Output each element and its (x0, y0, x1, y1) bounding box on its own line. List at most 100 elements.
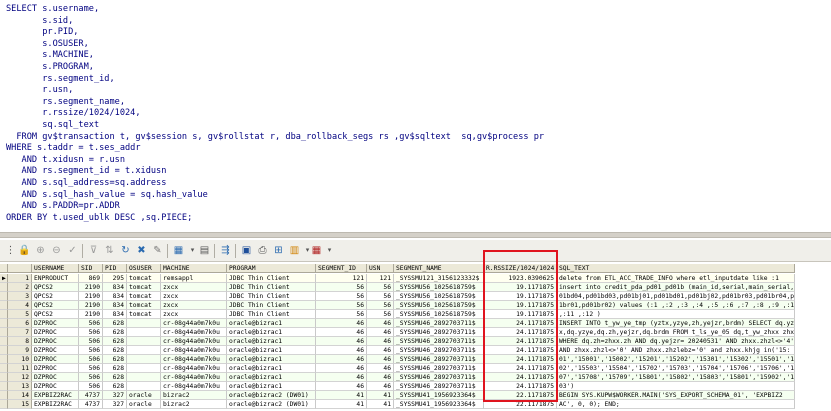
table-cell[interactable]: oracle@bizrac1 (227, 364, 316, 373)
row-number[interactable]: 8 (8, 337, 32, 346)
table-cell[interactable]: tomcat (127, 292, 161, 301)
table-cell[interactable]: tomcat (127, 283, 161, 292)
table-cell[interactable]: oracle@bizrac1 (227, 373, 316, 382)
table-cell[interactable]: AND zhxx.zhzl<>'0' AND zhxx.zhzlebz='0' … (557, 346, 795, 355)
table-cell[interactable]: 506 (79, 346, 103, 355)
table-cell[interactable]: 41 (367, 391, 394, 400)
table-cell[interactable]: bizrac2 (161, 391, 227, 400)
table-row[interactable]: 2 QPCS2 2190 834 tomcat zxcx JDBC Thin Client 5… (0, 283, 831, 292)
row-number[interactable]: 6 (8, 319, 32, 328)
table-cell[interactable]: 1923.0390625 (484, 274, 557, 283)
add-row-icon[interactable]: ⊕ (33, 243, 48, 258)
table-cell[interactable]: QPCS2 (32, 283, 79, 292)
row-number[interactable]: 15 (8, 400, 32, 409)
table-cell[interactable]: _SYSSMU46_2892703711$ (394, 346, 484, 355)
table-cell[interactable]: 628 (103, 328, 127, 337)
table-cell[interactable]: _SYSSMU56_1025618759$ (394, 301, 484, 310)
table-cell[interactable]: x,dq.yzye,dq.zh,yejzr,dq.brdm FROM t_ls_… (557, 328, 795, 337)
table-cell[interactable]: 01','15001','15002','15201','15202','153… (557, 355, 795, 364)
table-cell[interactable]: 46 (367, 346, 394, 355)
table-cell[interactable]: _SYSSMU41_1956923364$ (394, 391, 484, 400)
refresh-icon[interactable]: ↻ (118, 243, 133, 258)
table-cell[interactable]: _SYSSMU46_2892703711$ (394, 337, 484, 346)
column-header[interactable]: MACHINE (161, 264, 227, 273)
row-number[interactable]: 1 (8, 274, 32, 283)
table-cell[interactable]: 2190 (79, 292, 103, 301)
row-indicator[interactable] (0, 283, 8, 292)
column-header[interactable]: USERNAME (32, 264, 79, 273)
table-cell[interactable]: 46 (316, 373, 367, 382)
table-cell[interactable]: 121 (316, 274, 367, 283)
row-indicator[interactable] (0, 355, 8, 364)
row-number[interactable]: 12 (8, 373, 32, 382)
table-row[interactable]: 4 QPCS2 2190 834 tomcat zxcx JDBC Thin Client 5… (0, 301, 831, 310)
table-cell[interactable]: DZPROC (32, 328, 79, 337)
table-cell[interactable]: 01bd04,pd01bd03,pd01bj01,pd01bd01,pd01bj… (557, 292, 795, 301)
table-cell[interactable]: _SYSSMU46_2892703711$ (394, 355, 484, 364)
dropdown-icon[interactable]: ▾ (322, 243, 337, 258)
table-cell[interactable]: oracle (127, 391, 161, 400)
save-icon[interactable]: ▣ (239, 243, 254, 258)
table-row[interactable]: 11 DZPROC 506 628 cr-08g44a0m7k0u oracle@bizr… (0, 364, 831, 373)
row-number[interactable]: 14 (8, 391, 32, 400)
table-cell[interactable]: zxcx (161, 292, 227, 301)
table-cell[interactable]: delete from ETL_ACC_TRADE_INFO where etl… (557, 274, 795, 283)
row-number[interactable]: 9 (8, 346, 32, 355)
table-cell[interactable]: JDBC Thin Client (227, 301, 316, 310)
table-cell[interactable]: 628 (103, 364, 127, 373)
table-cell[interactable]: 56 (367, 283, 394, 292)
table-cell[interactable]: 22.1171875 (484, 391, 557, 400)
table-cell[interactable]: cr-08g44a0m7k0u (161, 355, 227, 364)
table-cell[interactable]: 506 (79, 382, 103, 391)
table-cell[interactable]: _SYSSMU56_1025618759$ (394, 292, 484, 301)
table-cell[interactable]: oracle@bizrac1 (227, 346, 316, 355)
row-number[interactable]: 11 (8, 364, 32, 373)
table-cell[interactable]: 56 (367, 301, 394, 310)
table-cell[interactable]: _SYSSMU56_1025618759$ (394, 310, 484, 319)
row-indicator[interactable] (0, 319, 8, 328)
table-cell[interactable]: 19.1171875 (484, 310, 557, 319)
table-cell[interactable]: JDBC Thin Client (227, 274, 316, 283)
filter-icon[interactable]: ⊽ (86, 243, 101, 258)
table-cell[interactable]: 2190 (79, 310, 103, 319)
table-cell[interactable]: _SYSSMU46_2892703711$ (394, 373, 484, 382)
table-cell[interactable]: _SYSSMU46_2892703711$ (394, 382, 484, 391)
table-cell[interactable]: 506 (79, 364, 103, 373)
table-cell[interactable]: 56 (367, 292, 394, 301)
table-cell[interactable]: 24.1171875 (484, 355, 557, 364)
table-cell[interactable]: DZPROC (32, 382, 79, 391)
table-cell[interactable] (127, 355, 161, 364)
table-cell[interactable]: 22.1171875 (484, 400, 557, 409)
row-number[interactable]: 13 (8, 382, 32, 391)
row-indicator[interactable] (0, 292, 8, 301)
table-cell[interactable]: 1br01,pd01br02) values (:1 ,:2 ,:3 ,:4 ,… (557, 301, 795, 310)
table-row[interactable]: 5 QPCS2 2190 834 tomcat zxcx JDBC Thin Client 5… (0, 310, 831, 319)
table-cell[interactable]: 628 (103, 373, 127, 382)
table-row[interactable]: 13 DZPROC 506 628 cr-08g44a0m7k0u oracle@bizr… (0, 382, 831, 391)
table-cell[interactable]: 19.1171875 (484, 292, 557, 301)
table-cell[interactable] (127, 319, 161, 328)
table-cell[interactable]: 869 (79, 274, 103, 283)
table-cell[interactable]: 2190 (79, 283, 103, 292)
export-icon[interactable]: ⊞ (271, 243, 286, 258)
table-cell[interactable]: 41 (316, 400, 367, 409)
table-row[interactable]: 12 DZPROC 506 628 cr-08g44a0m7k0u oracle@bizr… (0, 373, 831, 382)
table-cell[interactable]: 628 (103, 346, 127, 355)
table-cell[interactable]: QPCS2 (32, 301, 79, 310)
table-cell[interactable]: tomcat (127, 274, 161, 283)
table-cell[interactable]: 56 (316, 283, 367, 292)
table-cell[interactable]: _SYSSMU46_2892703711$ (394, 328, 484, 337)
column-header[interactable]: OSUSER (127, 264, 161, 273)
table-cell[interactable]: 19.1171875 (484, 283, 557, 292)
column-header[interactable]: SQL_TEXT (557, 264, 795, 273)
table-cell[interactable]: oracle@bizrac1 (227, 328, 316, 337)
table-cell[interactable]: JDBC Thin Client (227, 310, 316, 319)
lock-icon[interactable]: 🔒 (17, 243, 32, 258)
table-cell[interactable] (127, 364, 161, 373)
post-icon[interactable]: ✓ (65, 243, 80, 258)
table-cell[interactable]: 506 (79, 373, 103, 382)
sql-editor[interactable]: SELECT s.username, s.sid, pr.PID, s.OSUS… (0, 0, 831, 232)
record-view-icon[interactable]: ▤ (197, 243, 212, 258)
table-cell[interactable]: 46 (316, 364, 367, 373)
table-cell[interactable]: DZPROC (32, 337, 79, 346)
